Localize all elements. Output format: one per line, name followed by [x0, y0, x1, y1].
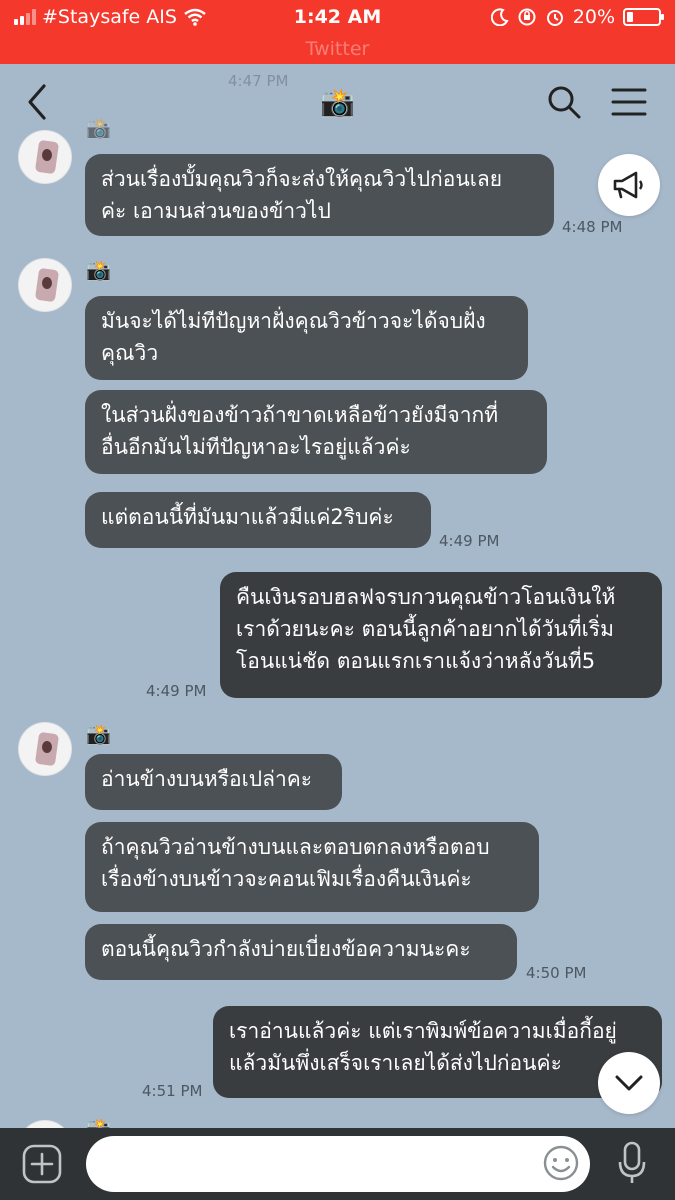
contact-name: 📸	[86, 1116, 111, 1128]
incoming-message[interactable]: แต่ตอนนี้ที่มันมาแล้วมีแค่2ริบค่ะ	[85, 492, 431, 548]
chat-header: 📸	[0, 64, 675, 140]
message-timestamp: 4:49 PM	[439, 532, 500, 550]
emoji-icon[interactable]	[542, 1144, 580, 1182]
battery-icon	[623, 8, 664, 26]
search-icon[interactable]	[546, 84, 582, 120]
contact-avatar[interactable]	[18, 258, 72, 312]
orientation-lock-icon	[518, 8, 536, 26]
alarm-icon	[546, 10, 563, 26]
contact-avatar[interactable]	[18, 722, 72, 776]
contact-name: 📸	[86, 258, 111, 282]
megaphone-icon	[613, 171, 643, 199]
message-input[interactable]	[86, 1136, 590, 1192]
contact-avatar[interactable]	[18, 1120, 72, 1128]
status-right: 20%	[490, 6, 664, 28]
message-timestamp: 4:48 PM	[562, 218, 623, 236]
outgoing-message[interactable]: เราอ่านแล้วค่ะ แต่เราพิมพ์ข้อความเมื่อกี…	[213, 1006, 662, 1098]
scroll-to-bottom-button[interactable]	[598, 1052, 660, 1114]
contact-name: 📸	[86, 722, 111, 746]
moon-icon	[490, 8, 509, 26]
message-timestamp: 4:49 PM	[146, 682, 207, 700]
outgoing-message[interactable]: คืนเงินรอบฮลฟจรบกวนคุณข้าวโอนเงินให้ เรา…	[220, 572, 662, 698]
status-bar: #Staysafe AIS 1:42 AM 20% Twitter	[0, 0, 675, 64]
plus-icon[interactable]	[22, 1144, 62, 1184]
message-input-bar	[0, 1128, 675, 1200]
incoming-message[interactable]: มันจะได้ไม่ทีปัญหาฝั่งคุณวิวข้าวจะได้จบฝ…	[85, 296, 528, 380]
incoming-message[interactable]: อ่านข้างบนหรือเปล่าคะ	[85, 754, 342, 810]
message-timestamp: 4:50 PM	[526, 964, 587, 982]
announcement-button[interactable]	[598, 154, 660, 216]
chat-scroll[interactable]: 📸 📸 📸 📸 ส่วนเรื่องบั้มคุณวิวก็จะส่งให้คุณวิว…	[0, 110, 675, 1128]
microphone-icon[interactable]	[616, 1140, 648, 1186]
incoming-message[interactable]: ถ้าคุณวิวอ่านข้างบนและตอบตกลงหรือตอบ เรื…	[85, 822, 539, 912]
incoming-message[interactable]: ตอนนี้คุณวิวกำลังบ่ายเบี่ยงข้อความนะคะ	[85, 924, 517, 980]
menu-icon[interactable]	[610, 86, 648, 118]
incoming-message[interactable]: ในส่วนฝั่งของข้าวถ้าขาดเหลือข้าวยังมีจาก…	[85, 390, 547, 474]
ghost-app-title: Twitter	[305, 38, 370, 60]
incoming-message[interactable]: ส่วนเรื่องบั้มคุณวิวก็จะส่งให้คุณวิวไปก่…	[85, 154, 554, 236]
message-timestamp: 4:51 PM	[142, 1082, 203, 1100]
chevron-down-icon	[615, 1075, 643, 1091]
battery-percent: 20%	[572, 6, 615, 28]
